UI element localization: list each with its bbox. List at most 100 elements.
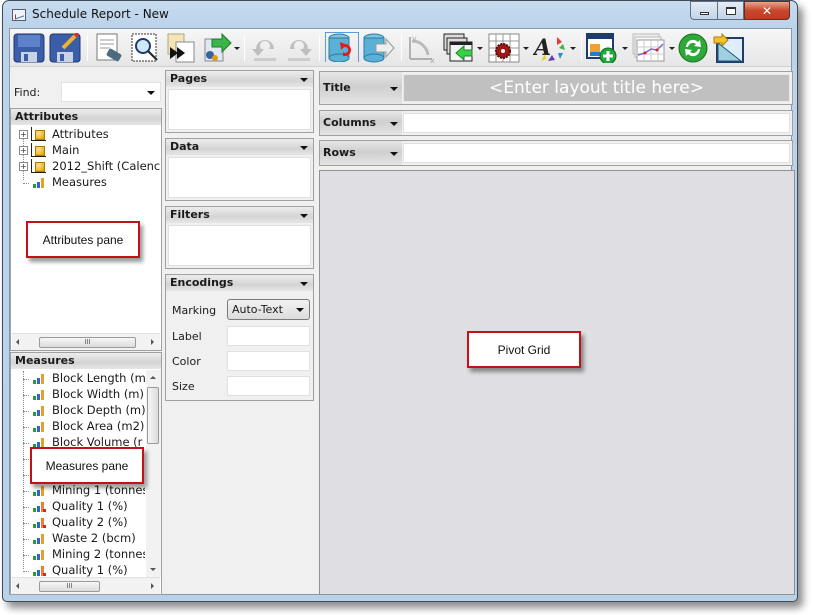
expand-icon[interactable]: + <box>19 162 28 171</box>
find-combobox[interactable] <box>61 82 161 102</box>
scroll-left-icon[interactable] <box>16 339 19 345</box>
measure-list-item[interactable]: Block Length (m <box>11 370 145 386</box>
marking-select[interactable]: Auto-Text <box>227 299 310 320</box>
measure-list-item[interactable]: Mining 2 (tonnes <box>11 546 145 562</box>
color-encoding-field[interactable] <box>227 351 310 371</box>
scroll-right-icon[interactable] <box>151 339 154 345</box>
data-drop-zone[interactable] <box>168 157 311 198</box>
expand-icon[interactable]: + <box>19 146 28 155</box>
attributes-pane: Attributes + Attributes + Main +2012_Shift (… <box>10 108 162 351</box>
expand-icon[interactable]: + <box>19 130 28 139</box>
attribute-tree-item[interactable]: Measures <box>11 174 161 190</box>
filters-menu-caret[interactable] <box>300 214 308 218</box>
export-button[interactable] <box>202 33 232 63</box>
measure-list-item[interactable]: Block Width (m) <box>11 386 145 402</box>
measure-label: Quality 2 (%) <box>52 515 128 529</box>
save-as-button[interactable] <box>49 33 81 63</box>
export-data-button[interactable] <box>362 33 396 63</box>
close-icon: ✕ <box>761 3 773 18</box>
floppy-disk-pencil-icon <box>49 33 81 63</box>
rows-drop-zone[interactable] <box>403 143 790 163</box>
add-view-dropdown-caret[interactable] <box>622 47 628 50</box>
pivot-grid-callout: Pivot Grid <box>467 331 581 368</box>
label-encoding-field[interactable] <box>227 326 310 346</box>
size-encoding-field[interactable] <box>227 376 310 396</box>
chart-type-button[interactable] <box>632 33 666 63</box>
tree-connector <box>23 555 29 556</box>
measure-list-item[interactable]: Mining 1 (tonnes <box>11 482 145 498</box>
measures-horizontal-scrollbar[interactable]: III <box>12 577 160 594</box>
chart-type-dropdown-caret[interactable] <box>669 47 675 50</box>
redo-button[interactable] <box>284 33 314 63</box>
clear-layout-button[interactable] <box>94 33 124 63</box>
filters-drop-zone[interactable] <box>168 225 311 266</box>
colors-dropdown-caret[interactable] <box>570 47 576 50</box>
columns-drop-zone[interactable] <box>403 113 790 133</box>
chart-area-button[interactable] <box>713 33 745 63</box>
grid-dropdown-caret[interactable] <box>523 47 529 50</box>
measures-vertical-scrollbar[interactable] <box>146 370 161 577</box>
measure-label: Block Area (m2) <box>52 419 145 433</box>
measure-list-item[interactable]: Block Depth (m) <box>11 402 145 418</box>
minimize-button[interactable] <box>690 1 717 20</box>
scrollbar-thumb[interactable]: III <box>39 581 100 592</box>
scroll-up-icon[interactable] <box>150 376 156 379</box>
pages-drop-zone[interactable] <box>168 89 311 130</box>
save-button[interactable] <box>13 33 45 63</box>
measure-list-item[interactable]: Waste 2 (bcm) <box>11 530 145 546</box>
rows-menu-button[interactable]: Rows <box>320 141 402 165</box>
layout-title-input[interactable]: <Enter layout title here> <box>403 74 790 102</box>
measure-bars-icon <box>33 422 45 432</box>
encodings-shelf-title: Encodings <box>170 276 234 289</box>
grid-settings-button[interactable] <box>488 33 520 63</box>
measure-label: Quality 1 (%) <box>52 499 128 513</box>
reload-data-button[interactable] <box>325 32 359 62</box>
tree-connector <box>23 539 29 540</box>
attribute-tree-item[interactable]: +2012_Shift (Calenc <box>11 158 161 174</box>
font-color-wheel-icon: A <box>533 35 565 61</box>
redo-icon <box>288 40 312 61</box>
marking-select-value: Auto-Text <box>232 303 283 316</box>
attribute-tree-item[interactable]: + Main <box>11 142 161 158</box>
close-button[interactable]: ✕ <box>744 1 790 20</box>
data-menu-caret[interactable] <box>300 146 308 150</box>
import-layout-button[interactable] <box>442 33 474 63</box>
export-dropdown-caret[interactable] <box>234 47 240 50</box>
toolbar-separator <box>87 35 88 61</box>
marking-label: Marking <box>172 304 217 317</box>
maximize-button[interactable] <box>717 1 744 20</box>
measure-list-item[interactable]: Block Area (m2) <box>11 418 145 434</box>
measure-list-item[interactable]: Quality 1 (%) <box>11 498 145 514</box>
scroll-left-icon[interactable] <box>16 583 19 589</box>
measure-list-item[interactable]: Quality 2 (%) <box>11 514 145 530</box>
format-colors-button[interactable]: A <box>533 33 567 63</box>
attribute-tree-item[interactable]: + Attributes <box>11 126 161 142</box>
pivot-grid[interactable]: Pivot Grid <box>319 170 795 595</box>
scroll-right-icon[interactable] <box>151 583 154 589</box>
pages-menu-caret[interactable] <box>300 78 308 82</box>
title-menu-button[interactable]: Title <box>320 72 402 104</box>
scrollbar-thumb[interactable] <box>147 387 159 444</box>
toolbar: yx A <box>10 29 791 67</box>
dimension-cube-icon <box>31 159 46 173</box>
columns-menu-button[interactable]: Columns <box>320 111 402 135</box>
undo-button[interactable] <box>250 33 280 63</box>
tree-connector <box>23 443 29 444</box>
title-row-label: Title <box>323 81 351 94</box>
run-report-button[interactable] <box>166 33 196 63</box>
measure-list-item[interactable]: Quality 1 (%) <box>11 562 145 578</box>
import-dropdown-caret[interactable] <box>477 47 483 50</box>
add-view-button[interactable] <box>586 33 620 63</box>
filters-shelf-title: Filters <box>170 208 210 221</box>
tree-connector <box>23 571 29 572</box>
windows-import-icon <box>443 33 473 62</box>
swap-axes-button[interactable]: yx <box>406 33 436 63</box>
encodings-menu-caret[interactable] <box>300 282 308 286</box>
preview-button[interactable] <box>130 33 160 63</box>
title-bar[interactable]: Schedule Report - New ✕ <box>3 1 797 28</box>
refresh-button[interactable] <box>678 33 708 63</box>
attributes-horizontal-scrollbar[interactable]: III <box>12 333 160 350</box>
scroll-down-icon[interactable] <box>150 568 156 571</box>
scrollbar-thumb[interactable]: III <box>39 337 136 348</box>
chevron-down-icon[interactable] <box>147 91 155 95</box>
